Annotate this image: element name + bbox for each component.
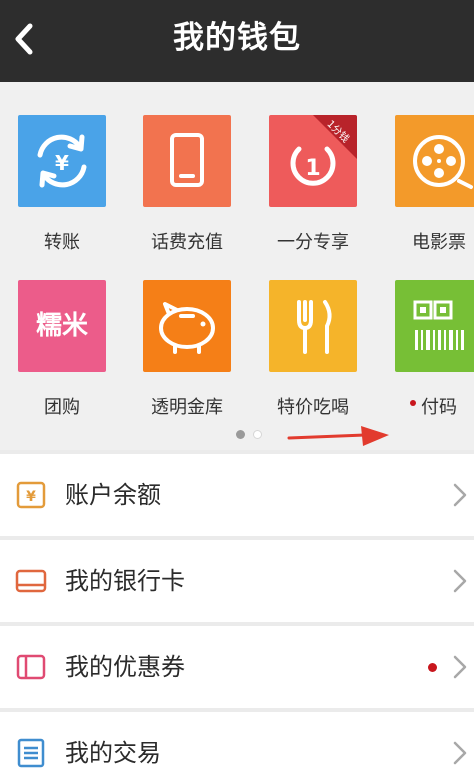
tile-label-transfer: 转账 <box>44 232 80 253</box>
menu-label-bank-card: 我的银行卡 <box>65 567 185 595</box>
swipe-arrow-icon <box>287 426 389 446</box>
page-title: 我的钱包 <box>173 20 301 56</box>
nuomi-icon: 糯米 <box>35 311 88 341</box>
pager-dot-1 <box>236 430 245 439</box>
menu-item-bank-card[interactable]: 我的银行卡 <box>0 540 474 622</box>
phone-icon <box>170 133 204 187</box>
tile-movie[interactable] <box>395 115 474 207</box>
menu-label-balance: 账户余额 <box>65 481 161 509</box>
function-grid: ¥ 转账 话费充值 1 1分钱 一分专享 电影票 糯米 团购 透明金库 特价吃喝… <box>0 82 474 450</box>
tile-label-movie: 电影票 <box>412 232 466 253</box>
tile-pay-code[interactable] <box>395 280 474 372</box>
tile-label-vault: 透明金库 <box>151 397 223 418</box>
tile-label-one-cent: 一分专享 <box>277 232 349 253</box>
wallet-icon: ¥ <box>16 481 46 509</box>
tile-group-buy[interactable]: 糯米 <box>18 280 106 372</box>
qr-barcode-icon <box>413 300 464 350</box>
piggy-bank-icon <box>159 302 215 354</box>
menu-label-coupons: 我的优惠券 <box>65 653 185 681</box>
chevron-right-icon <box>453 483 467 507</box>
tile-label-group-buy: 团购 <box>44 397 80 418</box>
wallet-screen: 我的钱包 ¥ 转账 话费充值 1 1分钱 一分专享 电影票 糯米 团购 透明金库… <box>0 0 474 768</box>
yuan-transfer-icon: ¥ <box>37 134 87 188</box>
svg-text:1: 1 <box>305 156 320 181</box>
bank-card-icon <box>15 569 47 593</box>
svg-text:¥: ¥ <box>55 151 69 175</box>
fork-knife-icon <box>297 300 332 354</box>
wallet-menu: ¥ 账户余额 我的银行卡 我的优惠券 我的交易 <box>0 450 474 768</box>
transaction-list-icon <box>17 738 45 768</box>
chevron-right-icon <box>453 655 467 679</box>
svg-text:¥: ¥ <box>26 489 36 505</box>
menu-item-balance[interactable]: ¥ 账户余额 <box>0 454 474 536</box>
chevron-right-icon <box>453 569 467 593</box>
tile-food-deals[interactable] <box>269 280 357 372</box>
top-bar: 我的钱包 <box>0 0 474 82</box>
tile-vault[interactable] <box>143 280 231 372</box>
coupons-new-dot <box>428 663 437 672</box>
menu-label-transactions: 我的交易 <box>65 739 161 767</box>
film-reel-icon <box>413 135 473 189</box>
tile-label-phone-recharge: 话费充值 <box>151 232 223 253</box>
menu-item-transactions[interactable]: 我的交易 <box>0 712 474 768</box>
tile-label-pay-code: 付码 <box>421 397 457 418</box>
coupon-icon <box>16 654 46 680</box>
pager-dot-2 <box>253 430 262 439</box>
tile-transfer[interactable]: ¥ <box>18 115 106 207</box>
tile-label-food-deals: 特价吃喝 <box>277 397 349 418</box>
chevron-right-icon <box>453 741 467 765</box>
tile-one-cent[interactable]: 1 1分钱 <box>269 115 357 207</box>
menu-item-coupons[interactable]: 我的优惠券 <box>0 626 474 708</box>
tile-phone-recharge[interactable] <box>143 115 231 207</box>
